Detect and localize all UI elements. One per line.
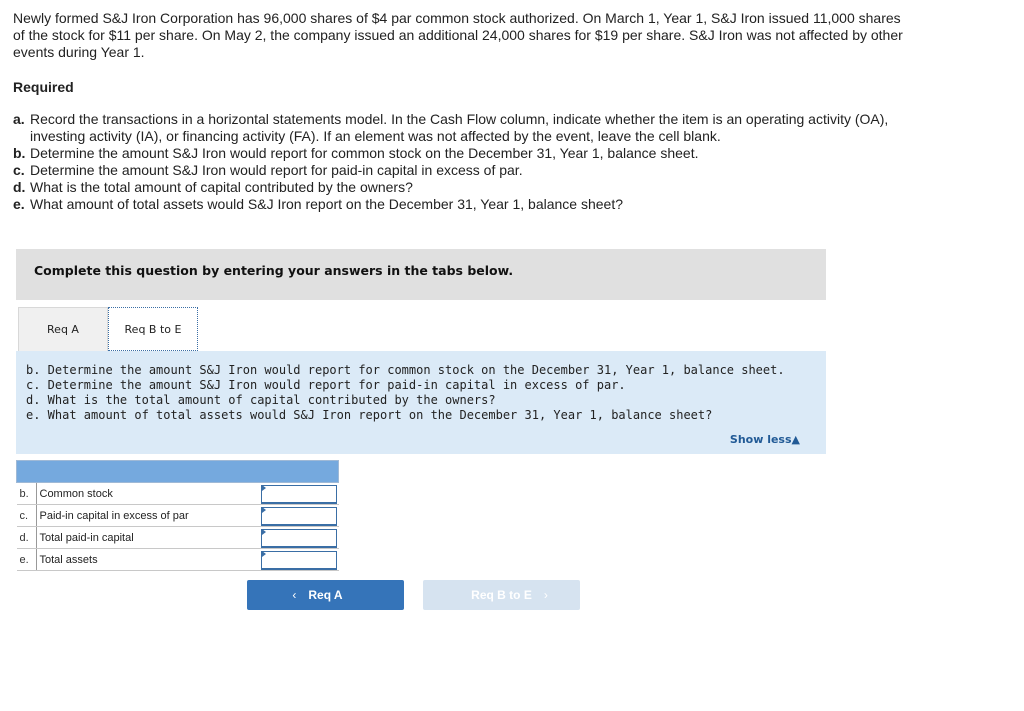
table-header (16, 460, 339, 483)
prev-button-label: Req A (308, 588, 343, 602)
chevron-left-icon: ‹ (292, 588, 297, 602)
table-row: e. Total assets (16, 548, 339, 571)
requirement-item: d. What is the total amount of capital co… (13, 179, 913, 196)
requirement-item: b. Determine the amount S&J Iron would re… (13, 145, 913, 162)
triangle-up-icon: ▲ (791, 433, 800, 446)
next-button-label: Req B to E (471, 588, 532, 602)
panel-line: d. What is the total amount of capital c… (26, 393, 496, 407)
row-letter: b. (16, 482, 37, 505)
input-cell (260, 504, 339, 527)
requirement-item: a. Record the transactions in a horizonta… (13, 111, 913, 145)
requirement-item: e. What amount of total assets would S&J … (13, 196, 913, 213)
instructions-banner: Complete this question by entering your … (16, 249, 826, 300)
tab-req-b-to-e[interactable]: Req B to E (108, 307, 198, 351)
table-header-row (16, 460, 339, 483)
requirement-letter: e. (13, 196, 25, 212)
requirement-item: c. Determine the amount S&J Iron would re… (13, 162, 913, 179)
row-label: Common stock (36, 482, 261, 505)
requirement-letter: c. (13, 162, 25, 178)
row-letter: c. (16, 504, 37, 527)
requirement-text: Determine the amount S&J Iron would repo… (30, 145, 699, 161)
row-label: Total paid-in capital (36, 526, 261, 549)
problem-intro: Newly formed S&J Iron Corporation has 96… (13, 10, 903, 60)
show-less-label: Show less (729, 433, 792, 446)
next-req-b-to-e-button: ›Req B to E› (423, 580, 580, 610)
requirement-text: Record the transactions in a horizontal … (30, 111, 889, 144)
table-row: b. Common stock (16, 482, 339, 505)
answer-table: b. Common stock c. Paid-in capital in ex… (16, 460, 339, 571)
paid-in-capital-excess-input[interactable] (260, 506, 337, 526)
input-cell (260, 526, 339, 549)
requirement-text: What is the total amount of capital cont… (30, 179, 413, 195)
row-letter: d. (16, 526, 37, 549)
table-row: c. Paid-in capital in excess of par (16, 504, 339, 527)
requirement-panel: b. Determine the amount S&J Iron would r… (16, 351, 826, 454)
input-cell (260, 548, 339, 571)
input-cell (260, 482, 339, 505)
panel-line: c. Determine the amount S&J Iron would r… (26, 378, 626, 392)
requirement-text: Determine the amount S&J Iron would repo… (30, 162, 523, 178)
requirement-letter: b. (13, 145, 26, 161)
panel-line: b. Determine the amount S&J Iron would r… (26, 363, 785, 377)
chevron-right-icon: › (543, 588, 548, 602)
common-stock-input[interactable] (260, 484, 337, 504)
show-less-link[interactable]: Show less▲ (730, 433, 800, 446)
total-assets-input[interactable] (260, 550, 337, 570)
total-paid-in-capital-input[interactable] (260, 528, 337, 548)
panel-line: e. What amount of total assets would S&J… (26, 408, 713, 422)
table-row: d. Total paid-in capital (16, 526, 339, 549)
required-heading: Required (13, 79, 74, 95)
requirement-text: What amount of total assets would S&J Ir… (30, 196, 624, 212)
row-letter: e. (16, 548, 37, 571)
requirement-letter: d. (13, 179, 26, 195)
tab-req-a[interactable]: Req A (18, 307, 108, 351)
row-label: Paid-in capital in excess of par (36, 504, 261, 527)
requirements-list: a. Record the transactions in a horizonta… (13, 111, 913, 213)
prev-req-a-button[interactable]: ‹Req A‹ (247, 580, 404, 610)
panel-requirements: b. Determine the amount S&J Iron would r… (26, 363, 785, 423)
row-label: Total assets (36, 548, 261, 571)
banner-text: Complete this question by entering your … (34, 263, 514, 278)
requirement-letter: a. (13, 111, 25, 127)
